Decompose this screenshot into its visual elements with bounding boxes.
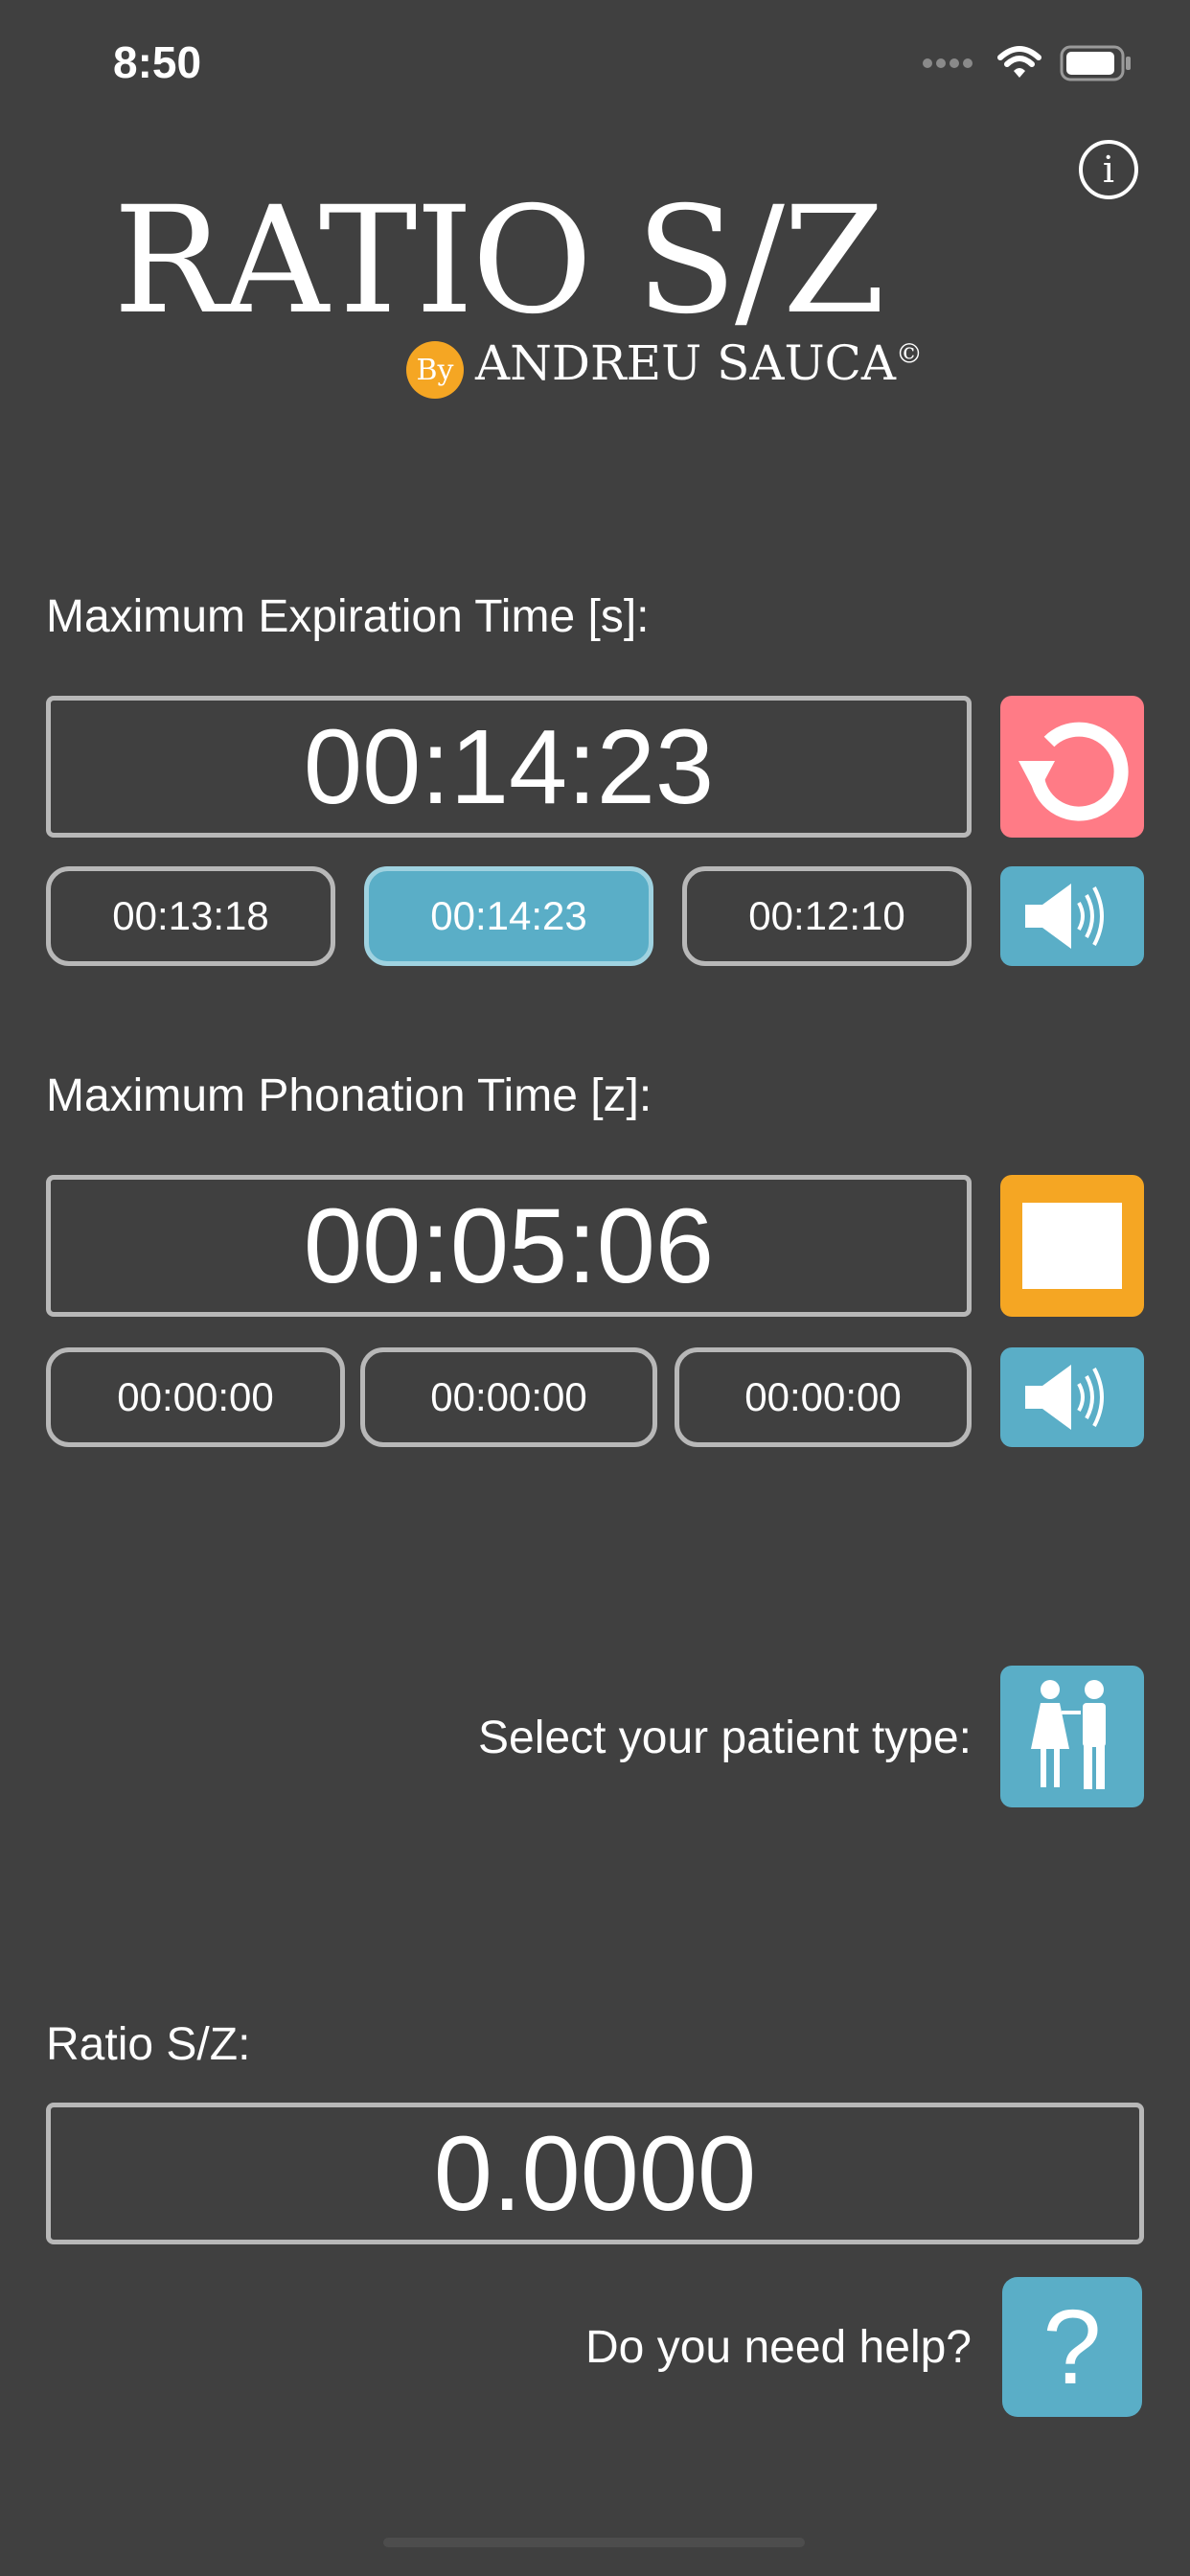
speaker-icon (1025, 884, 1104, 949)
question-icon: ? (1042, 2288, 1102, 2406)
phonation-trial-3[interactable]: 00:00:00 (675, 1347, 972, 1447)
help-label: Do you need help? (585, 2322, 972, 2373)
logo-by-badge: By (406, 341, 464, 399)
status-time: 8:50 (113, 37, 202, 87)
logo-author: ANDREU SAUCA© (475, 339, 923, 387)
reset-icon (1018, 722, 1129, 821)
speaker-icon (1025, 1365, 1104, 1430)
wifi-icon (997, 46, 1041, 78)
info-icon: i (1102, 149, 1115, 191)
stop-button[interactable] (1000, 1175, 1144, 1317)
home-indicator (383, 2538, 805, 2547)
battery-icon (1060, 45, 1131, 81)
expiration-trial-1[interactable]: 00:13:18 (46, 866, 335, 966)
expiration-timer-display: 00:14:23 (46, 696, 972, 838)
ratio-value-display: 0.0000 (46, 2103, 1144, 2244)
stop-icon (1022, 1203, 1122, 1289)
patient-type-button[interactable] (1000, 1666, 1144, 1807)
couple-icon (1031, 1680, 1106, 1789)
patient-type-label: Select your patient type: (478, 1713, 972, 1763)
phonation-timer-display: 00:05:06 (46, 1175, 972, 1317)
phonation-trial-2[interactable]: 00:00:00 (360, 1347, 657, 1447)
info-button[interactable]: i (1079, 140, 1138, 199)
app-logo-title: RATIO S/Z (113, 175, 885, 347)
help-button[interactable]: ? (1002, 2277, 1142, 2417)
phonation-label: Maximum Phonation Time [z]: (46, 1070, 652, 1121)
status-icons (922, 44, 1133, 82)
signal-dots-icon (923, 58, 973, 68)
expiration-label: Maximum Expiration Time [s]: (46, 591, 650, 642)
phonation-trial-1[interactable]: 00:00:00 (46, 1347, 345, 1447)
expiration-trial-3[interactable]: 00:12:10 (682, 866, 972, 966)
phonation-sound-button[interactable] (1000, 1347, 1144, 1447)
logo-copyright: © (896, 337, 923, 370)
ratio-label: Ratio S/Z: (46, 2019, 251, 2070)
logo-author-name: ANDREU SAUCA (475, 335, 896, 391)
reset-button[interactable] (1000, 696, 1144, 838)
expiration-trial-2[interactable]: 00:14:23 (364, 866, 653, 966)
expiration-sound-button[interactable] (1000, 866, 1144, 966)
